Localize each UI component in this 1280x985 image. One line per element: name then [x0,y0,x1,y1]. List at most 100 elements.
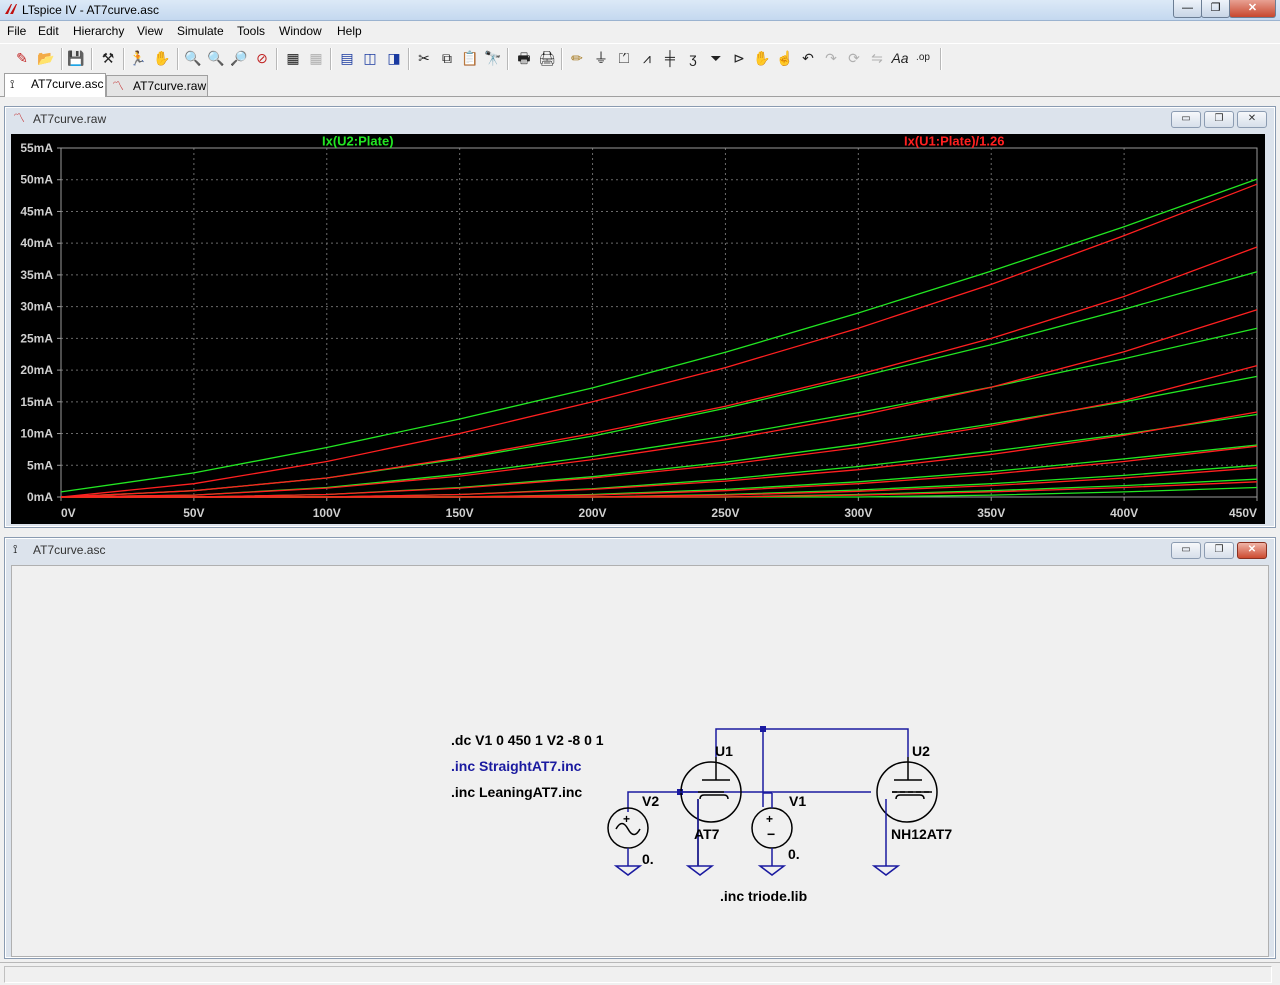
menu-view[interactable]: View [137,24,163,38]
restore-button[interactable]: ❐ [1201,0,1230,18]
diode-icon[interactable]: ⏷ [706,48,726,68]
x-tick-label: 450V [1229,506,1257,520]
print-icon[interactable]: 🖨 [537,48,557,68]
paste-icon[interactable]: 📋 [460,48,480,68]
undo-icon[interactable]: ↶ [798,48,818,68]
waveform-icon: 〽 [13,111,26,125]
inc-straight-directive[interactable]: .inc StraightAT7.inc [451,758,582,774]
move-icon[interactable]: ✋ [752,48,772,68]
menu-bar: File Edit Hierarchy View Simulate Tools … [0,21,1280,42]
schematic-restore-button[interactable]: ❐ [1204,542,1234,559]
voltage-source-v1[interactable]: + − [751,792,793,876]
menu-file[interactable]: File [7,24,26,38]
inc-leaning-directive[interactable]: .inc LeaningAT7.inc [451,784,582,800]
title-bar: LTspice IV - AT7curve.asc — ❐ ✕ [0,0,1280,21]
menu-edit[interactable]: Edit [38,24,59,38]
u1-value: AT7 [694,826,720,842]
halt-icon[interactable]: ✋ [152,48,172,68]
open-icon[interactable]: 📂 [36,48,56,68]
junction-dot [760,726,766,732]
text-icon[interactable]: Aa [890,48,910,68]
print-setup-icon[interactable]: 🖶 [514,48,534,68]
plot-frame [60,147,1258,498]
drag-icon[interactable]: ☝ [775,48,795,68]
copy-icon[interactable]: ⧉ [437,48,457,68]
redo-icon[interactable]: ↷ [821,48,841,68]
svg-text:−: − [767,826,775,842]
triode-u2[interactable] [871,757,938,876]
rotate-icon[interactable]: ⟳ [844,48,864,68]
waveform-close-button[interactable]: ✕ [1237,111,1267,128]
y-tick-label: 40mA [20,236,53,250]
grid-icon[interactable]: ▦ [306,48,326,68]
save-icon[interactable]: 💾 [66,48,86,68]
zoom-out-icon[interactable]: 🔍 [206,48,226,68]
ground-icon[interactable]: ⏚ [591,48,611,68]
schematic-wires [627,728,909,812]
waveform-plot[interactable]: 0V 50V 100V 150V 200V 250V 300V 350V 400V 450V 0mA… [11,133,1265,524]
schematic-close-button[interactable]: ✕ [1237,542,1267,559]
schematic-window-titlebar[interactable]: ⟟ AT7curve.asc ▭ ❐ ✕ [5,538,1275,560]
tile-vertical-icon[interactable]: ◨ [384,48,404,68]
u2-value: NH12AT7 [891,826,952,842]
ground-symbol [613,865,643,876]
zoom-full-icon[interactable]: 🔎 [229,48,249,68]
label-net-icon[interactable]: ⏍ [614,48,634,68]
tile-horizontal-icon[interactable]: ▤ [337,48,357,68]
inductor-icon[interactable]: ʒ [683,48,703,68]
schematic-canvas[interactable]: .dc V1 0 450 1 V2 -8 0 1 .inc StraightAT… [11,565,1269,957]
triode-u1[interactable] [680,757,742,876]
component-icon[interactable]: ⊳ [729,48,749,68]
y-tick-label: 15mA [20,395,53,409]
v2-ref: V2 [642,793,659,809]
close-button[interactable]: ✕ [1229,0,1276,18]
resistor-icon[interactable]: ⩘ [637,48,657,68]
y-tick-label: 0mA [27,490,53,504]
x-tick-label: 0V [61,506,76,520]
x-tick-label: 200V [579,506,607,520]
dc-sweep-directive[interactable]: .dc V1 0 450 1 V2 -8 0 1 [451,732,604,748]
autorange-icon[interactable]: ▦ [283,48,303,68]
window-title: LTspice IV - AT7curve.asc [22,3,159,17]
v2-value: 0. [642,851,654,867]
new-schematic-icon[interactable]: ✎ [12,48,32,68]
spice-directive-icon[interactable]: .op [913,48,933,68]
zoom-cancel-icon[interactable]: ⊘ [252,48,272,68]
waveform-window-titlebar[interactable]: 〽 AT7curve.raw ▭ ❐ ✕ [5,107,1275,129]
x-tick-label: 100V [313,506,341,520]
zoom-in-icon[interactable]: 🔍 [183,48,203,68]
tab-schematic[interactable]: ⟟ AT7curve.asc [4,73,106,97]
cut-icon[interactable]: ✂ [414,48,434,68]
toolbar: ✎ 📂 💾 ⚒ 🏃 ✋ 🔍 🔍 🔎 ⊘ ▦ ▦ ▤ ◫ ◨ ✂ ⧉ 📋 🔭 🖶 … [0,43,1280,73]
ground-symbol [685,865,715,876]
menu-simulate[interactable]: Simulate [177,24,224,38]
run-icon[interactable]: 🏃 [128,48,148,68]
v1-value: 0. [788,846,800,862]
menu-window[interactable]: Window [279,24,322,38]
capacitor-icon[interactable]: ╪ [660,48,680,68]
inc-triode-directive[interactable]: .inc triode.lib [720,888,807,904]
control-panel-icon[interactable]: ⚒ [98,48,118,68]
menu-help[interactable]: Help [337,24,362,38]
menu-hierarchy[interactable]: Hierarchy [73,24,124,38]
menu-tools[interactable]: Tools [237,24,265,38]
series-line [60,178,1258,493]
x-tick-label: 350V [977,506,1005,520]
x-tick-label: 250V [711,506,739,520]
waveform-restore-button[interactable]: ❐ [1204,111,1234,128]
y-tick-label: 30mA [20,300,53,314]
wire-icon[interactable]: ✏ [567,48,587,68]
waveform-minimize-button[interactable]: ▭ [1171,111,1201,128]
mirror-icon[interactable]: ⇋ [867,48,887,68]
tab-waveform[interactable]: 〽 AT7curve.raw [106,75,208,96]
find-icon[interactable]: 🔭 [483,48,503,68]
schematic-minimize-button[interactable]: ▭ [1171,542,1201,559]
ground-symbol [871,865,901,876]
x-tick-label: 300V [844,506,872,520]
u1-ref: U1 [715,743,733,759]
x-tick-label: 400V [1110,506,1138,520]
waveform-icon: 〽 [112,79,125,93]
minimize-button[interactable]: — [1173,0,1202,18]
u2-ref: U2 [912,743,930,759]
cascade-icon[interactable]: ◫ [360,48,380,68]
